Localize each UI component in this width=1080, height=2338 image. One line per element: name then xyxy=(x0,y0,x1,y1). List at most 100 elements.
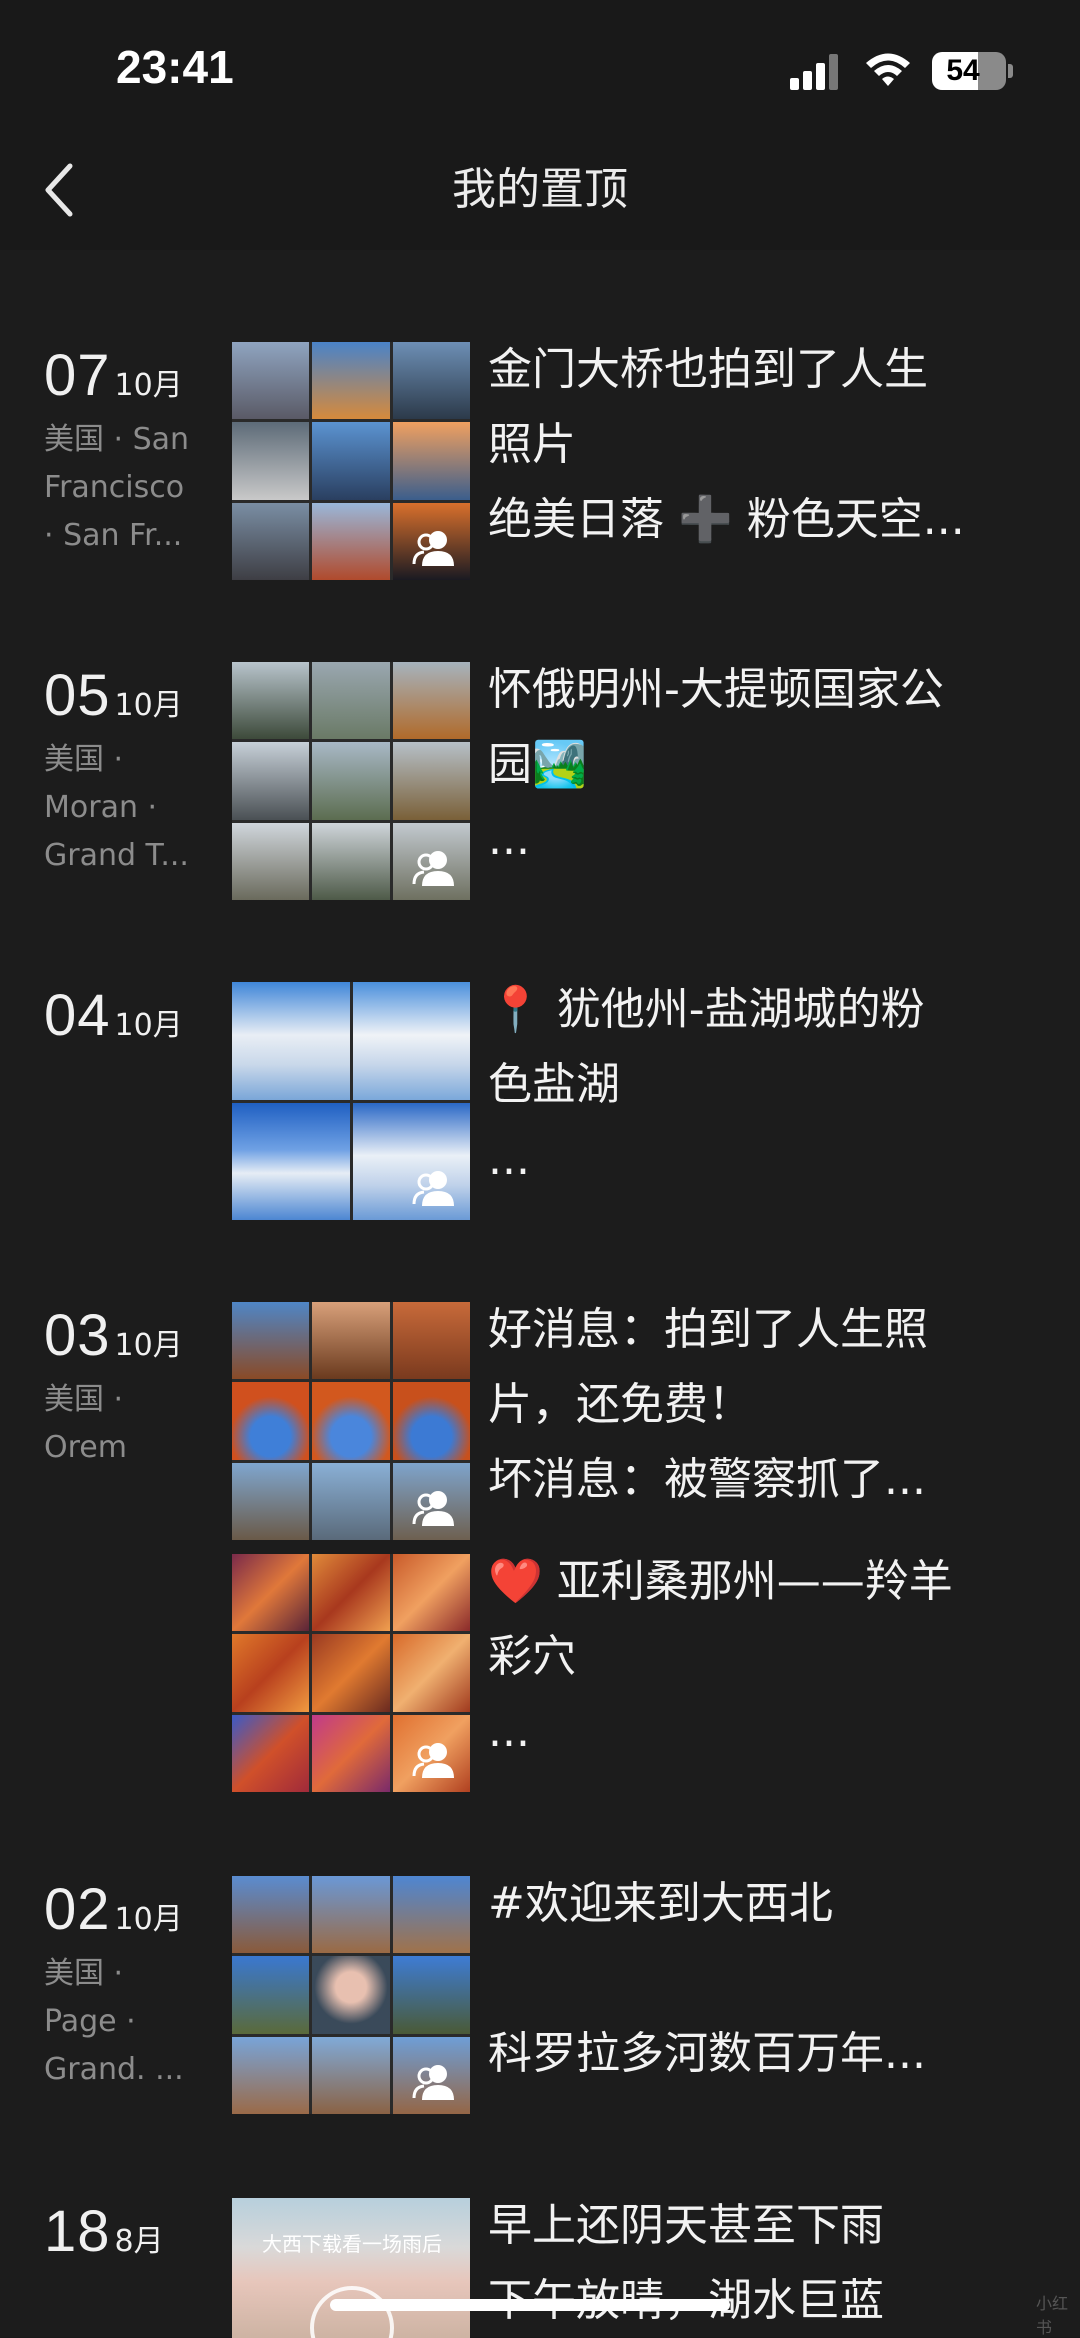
photo-grid[interactable] xyxy=(232,1876,470,2114)
location-line: 美国 · San xyxy=(44,422,190,457)
people-icon xyxy=(412,531,454,566)
top-bar: 23:41 54 我的置顶 xyxy=(0,0,1080,250)
text-line: 绝美日落 ➕ 粉色天空... xyxy=(488,494,965,545)
photo xyxy=(232,502,310,580)
text-line: 怀俄明州-大提顿国家公 xyxy=(488,664,944,715)
people-icon xyxy=(412,1491,454,1526)
location-line: Orem xyxy=(44,1430,127,1465)
entry-month: 10月 xyxy=(114,1008,183,1043)
watermark: 小红书 xyxy=(1036,2294,1069,2337)
entry-date: 05 10月 xyxy=(44,662,183,729)
photo xyxy=(232,982,350,1100)
entry-date: 07 10月 xyxy=(44,342,183,409)
photo xyxy=(312,822,390,900)
photo-grid[interactable] xyxy=(232,1302,470,1540)
entry-day: 03 xyxy=(44,1303,111,1368)
entry-date: 18 8月 xyxy=(44,2198,164,2265)
photo xyxy=(232,1554,310,1632)
photo-grid[interactable] xyxy=(232,982,470,1220)
text-line: 色盐湖 xyxy=(488,1059,620,1110)
photo xyxy=(232,1102,350,1220)
photo xyxy=(232,1876,310,1954)
status-time: 23:41 xyxy=(116,41,234,93)
entry-text: ❤️ 亚利桑那州——羚羊 彩穴 ... xyxy=(488,1544,1048,1769)
photo xyxy=(312,342,390,420)
location-line: · San Fr... xyxy=(44,518,183,553)
text-line: 彩穴 xyxy=(488,1631,576,1682)
photo xyxy=(232,1634,310,1712)
entry-month: 10月 xyxy=(114,368,183,403)
photo xyxy=(232,2036,310,2114)
photo xyxy=(352,982,470,1100)
text-line: ❤️ 亚利桑那州——羚羊 xyxy=(488,1556,953,1607)
text-line: 坏消息：被警察抓了... xyxy=(488,1454,926,1505)
photo-grid[interactable] xyxy=(232,662,470,900)
location-line: Grand T... xyxy=(44,838,189,873)
entry-month: 10月 xyxy=(114,1902,183,1937)
entry-text: 金门大桥也拍到了人生 照片 绝美日落 ➕ 粉色天空... xyxy=(488,332,1048,557)
entry-location: 美国 · Orem xyxy=(44,1376,214,1472)
entry-month: 8月 xyxy=(114,2224,164,2259)
photo xyxy=(232,422,310,500)
location-line: Francisco xyxy=(44,470,185,505)
photo xyxy=(392,422,470,500)
entry-text: 好消息：拍到了人生照 片，还免费！ 坏消息：被警察抓了... xyxy=(488,1292,1048,1517)
photo xyxy=(232,662,310,740)
entry-month: 10月 xyxy=(114,688,183,723)
photo xyxy=(392,1302,470,1380)
location-line: Moran · xyxy=(44,790,158,825)
entry-text: 📍 犹他州-盐湖城的粉 色盐湖 ... xyxy=(488,972,1048,1197)
location-line: 美国 · xyxy=(44,742,124,777)
entry-location: 美国 · San Francisco · San Fr... xyxy=(44,416,214,560)
photo xyxy=(392,742,470,820)
photo xyxy=(232,1462,310,1540)
photo-grid[interactable] xyxy=(232,1554,470,1792)
photo xyxy=(232,822,310,900)
text-line: 片，还免费！ xyxy=(488,1379,752,1430)
text-line: 照片 xyxy=(488,419,576,470)
photo xyxy=(392,342,470,420)
text-line: 早上还阴天甚至下雨 xyxy=(488,2200,884,2251)
photo xyxy=(232,342,310,420)
home-indicator xyxy=(330,2299,730,2311)
entry-text: #欢迎来到大西北 科罗拉多河数百万年... xyxy=(488,1866,1048,2091)
photo xyxy=(312,1634,390,1712)
text-line: 金门大桥也拍到了人生 xyxy=(488,344,928,395)
photo xyxy=(232,1382,310,1460)
text-line: 好消息：拍到了人生照 xyxy=(488,1304,928,1355)
text-line: ... xyxy=(488,1706,530,1757)
text-line: ... xyxy=(488,814,530,865)
text-line xyxy=(488,1941,1048,2016)
text-line: 园🏞️ xyxy=(488,739,587,790)
video-thumbnail[interactable]: 大西下载看一场雨后 xyxy=(232,2198,470,2338)
entry-location: 美国 · Page · Grand. ... xyxy=(44,1950,214,2094)
play-icon[interactable] xyxy=(310,2286,394,2338)
entry-text: 怀俄明州-大提顿国家公 园🏞️ ... xyxy=(488,652,1048,877)
signal-icon xyxy=(790,54,838,90)
people-icon xyxy=(412,2065,454,2100)
photo xyxy=(312,1302,390,1380)
photo xyxy=(312,2036,390,2114)
photo xyxy=(232,742,310,820)
entry-day: 04 xyxy=(44,983,111,1048)
photo xyxy=(232,1714,310,1792)
text-line: 科罗拉多河数百万年... xyxy=(488,2028,926,2079)
photo xyxy=(312,1876,390,1954)
photo xyxy=(312,422,390,500)
photo xyxy=(312,1714,390,1792)
location-line: 美国 · xyxy=(44,1382,124,1417)
text-line: 📍 犹他州-盐湖城的粉 xyxy=(488,984,925,1035)
location-line: Page · xyxy=(44,2004,136,2039)
battery-cap xyxy=(1008,64,1013,78)
photo xyxy=(312,742,390,820)
photo xyxy=(312,1462,390,1540)
entry-month: 10月 xyxy=(114,1328,183,1363)
pinned-list: 07 10月 美国 · San Francisco · San Fr... 金门… xyxy=(0,250,1080,2337)
wifi-icon xyxy=(866,53,910,86)
photo-grid[interactable] xyxy=(232,342,470,580)
entry-date: 02 10月 xyxy=(44,1876,183,1943)
photo xyxy=(312,1554,390,1632)
photo xyxy=(232,1302,310,1380)
photo xyxy=(312,1382,390,1460)
photo xyxy=(392,1382,470,1460)
